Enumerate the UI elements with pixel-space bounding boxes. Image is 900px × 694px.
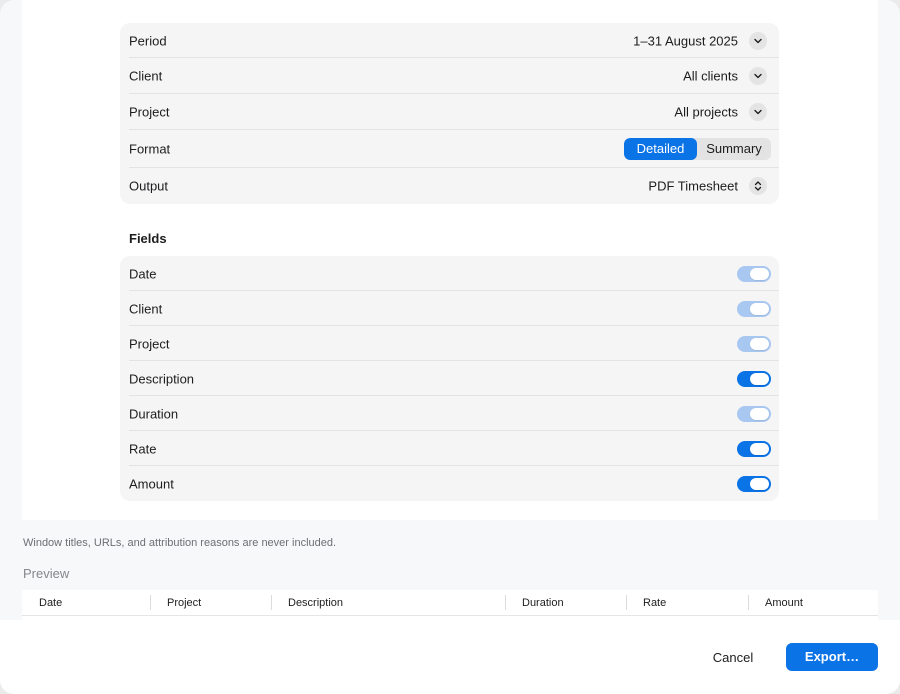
output-value[interactable]: PDF Timesheet <box>648 179 738 194</box>
export-sheet: Period 1–31 August 2025 Client All clien… <box>0 0 900 694</box>
rate-toggle[interactable] <box>737 440 771 457</box>
header-divider <box>22 615 878 616</box>
duration-toggle <box>737 405 771 422</box>
toggle-knob <box>750 372 769 385</box>
export-button[interactable]: Export… <box>786 643 878 671</box>
fields-section-title: Fields <box>129 231 167 246</box>
project-row[interactable]: Project All projects <box>120 94 779 130</box>
field-label: Duration <box>129 406 179 421</box>
field-label: Description <box>129 371 195 386</box>
output-label: Output <box>129 178 169 194</box>
field-label: Amount <box>129 476 174 491</box>
field-row-description[interactable]: Description <box>120 361 779 396</box>
toggle-knob <box>750 337 769 350</box>
client-value[interactable]: All clients <box>683 69 738 84</box>
fields-group: Date Client Project Description Duration… <box>120 256 779 501</box>
field-label: Project <box>129 336 170 351</box>
project-value[interactable]: All projects <box>674 105 738 120</box>
column-header-date[interactable]: Date <box>22 590 150 616</box>
cancel-button[interactable]: Cancel <box>700 644 766 672</box>
client-toggle <box>737 300 771 317</box>
column-header-duration[interactable]: Duration <box>505 590 626 616</box>
chevron-up-down-icon[interactable] <box>749 177 767 195</box>
format-option-summary[interactable]: Summary <box>697 138 771 160</box>
toggle-knob <box>750 477 769 490</box>
field-row-duration: Duration <box>120 396 779 431</box>
period-row[interactable]: Period 1–31 August 2025 <box>120 23 779 58</box>
format-label: Format <box>129 141 171 157</box>
field-row-client: Client <box>120 291 779 326</box>
field-label: Date <box>129 266 157 281</box>
field-label: Rate <box>129 441 157 456</box>
client-label: Client <box>129 68 163 84</box>
toggle-knob <box>750 442 769 455</box>
settings-pane: Period 1–31 August 2025 Client All clien… <box>22 0 878 520</box>
field-row-amount[interactable]: Amount <box>120 466 779 501</box>
field-row-project: Project <box>120 326 779 361</box>
client-row[interactable]: Client All clients <box>120 58 779 94</box>
dialog-footer: Cancel Export… <box>0 620 900 694</box>
field-row-date: Date <box>120 256 779 291</box>
toggle-knob <box>750 267 769 280</box>
date-toggle <box>737 265 771 282</box>
project-label: Project <box>129 104 170 120</box>
toggle-knob <box>750 407 769 420</box>
description-toggle[interactable] <box>737 370 771 387</box>
project-toggle <box>737 335 771 352</box>
privacy-note: Window titles, URLs, and attribution rea… <box>23 537 337 549</box>
column-header-rate[interactable]: Rate <box>626 590 748 616</box>
output-row[interactable]: Output PDF Timesheet <box>120 168 779 204</box>
field-label: Client <box>129 301 163 316</box>
chevron-down-icon[interactable] <box>749 67 767 85</box>
toggle-knob <box>750 302 769 315</box>
format-option-detailed[interactable]: Detailed <box>624 138 697 160</box>
period-value[interactable]: 1–31 August 2025 <box>633 33 738 48</box>
column-header-description[interactable]: Description <box>271 590 505 616</box>
chevron-down-icon[interactable] <box>749 31 767 50</box>
period-label: Period <box>129 33 167 48</box>
amount-toggle[interactable] <box>737 475 771 492</box>
preview-table[interactable]: Date Project Description Duration Rate A… <box>22 590 878 620</box>
format-segmented-control[interactable]: Detailed Summary <box>624 138 771 160</box>
preview-title: Preview <box>23 566 70 581</box>
export-settings-group: Period 1–31 August 2025 Client All clien… <box>120 23 779 204</box>
chevron-down-icon[interactable] <box>749 103 767 121</box>
format-row: Format Detailed Summary <box>120 130 779 168</box>
column-header-project[interactable]: Project <box>150 590 271 616</box>
column-header-amount[interactable]: Amount <box>748 590 878 616</box>
field-row-rate[interactable]: Rate <box>120 431 779 466</box>
